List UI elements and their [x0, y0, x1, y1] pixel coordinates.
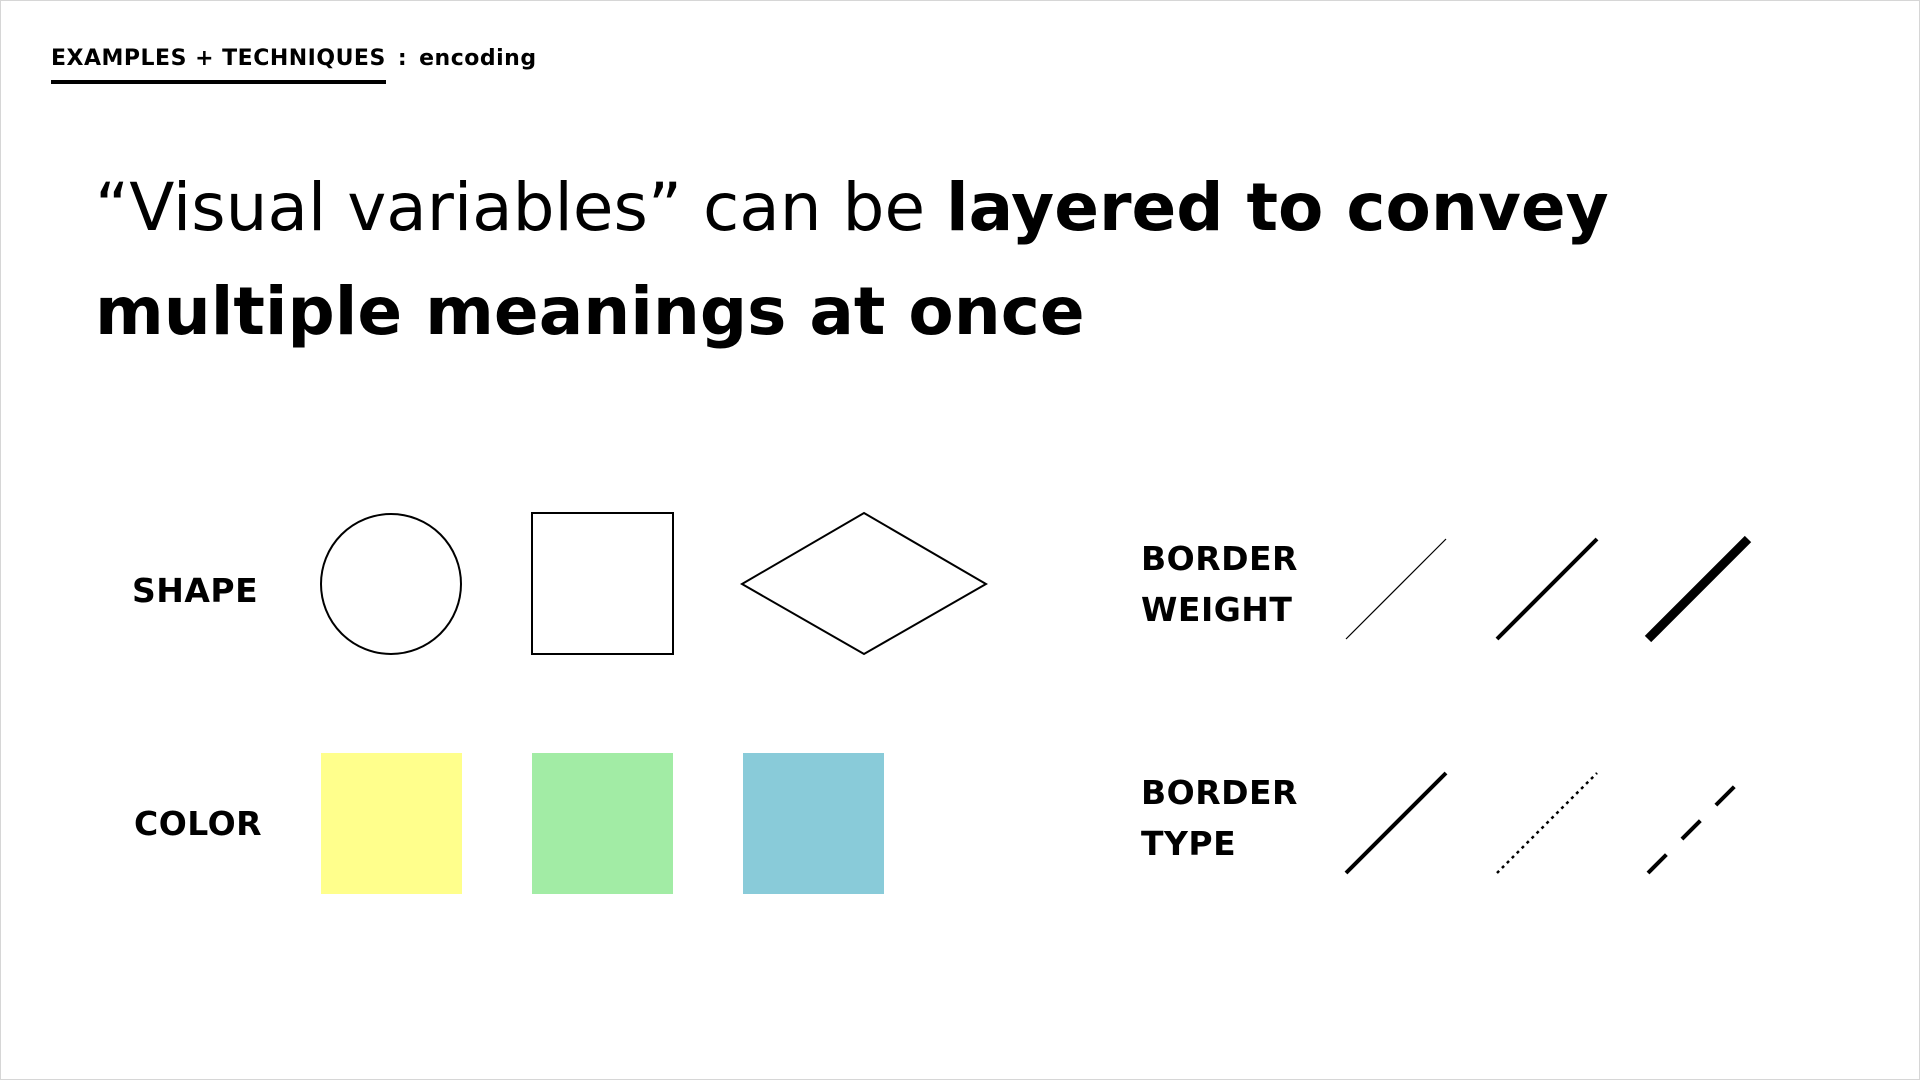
dotted-line-icon: [1496, 772, 1598, 874]
thick-line-icon: [1644, 535, 1752, 643]
green-swatch: [532, 753, 673, 894]
yellow-swatch: [321, 753, 462, 894]
square-icon: [531, 512, 674, 655]
thin-line-icon: [1345, 538, 1447, 640]
circle-icon: [320, 513, 462, 655]
dashed-line-icon: [1646, 771, 1750, 875]
solid-line-icon: [1344, 771, 1448, 875]
medium-line-icon: [1495, 537, 1599, 641]
encoding-examples: [320, 511, 1752, 894]
blue-swatch: [743, 753, 884, 894]
diamond-icon: [740, 511, 988, 656]
